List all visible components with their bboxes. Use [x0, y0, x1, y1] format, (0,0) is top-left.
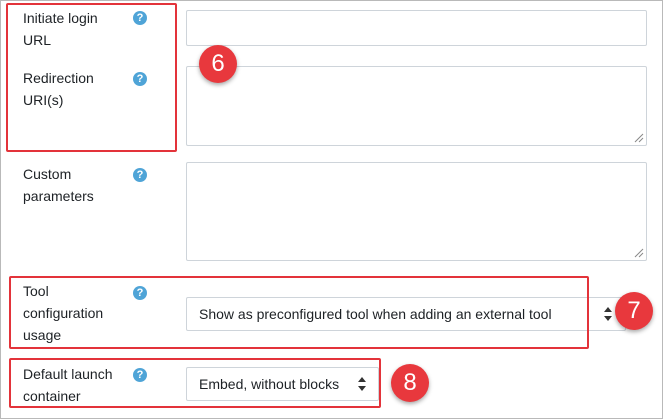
step-marker-8: 8	[391, 364, 429, 402]
step-marker-6: 6	[199, 45, 237, 83]
redirection-uris-textarea[interactable]	[186, 66, 647, 146]
highlight-box-8	[9, 358, 381, 408]
highlight-box-7	[9, 276, 589, 349]
resize-grip-icon[interactable]	[634, 248, 644, 258]
custom-parameters-textarea[interactable]	[186, 162, 647, 261]
select-arrows-icon	[604, 307, 612, 321]
label-line: Custom	[23, 166, 72, 182]
resize-grip-icon[interactable]	[634, 133, 644, 143]
help-icon[interactable]: ?	[133, 168, 147, 182]
custom-parameters-label: Custom parameters	[23, 163, 94, 207]
highlight-box-6	[6, 3, 177, 152]
label-line: parameters	[23, 188, 94, 204]
step-marker-7: 7	[615, 292, 653, 330]
initiate-login-url-input[interactable]	[186, 10, 647, 46]
